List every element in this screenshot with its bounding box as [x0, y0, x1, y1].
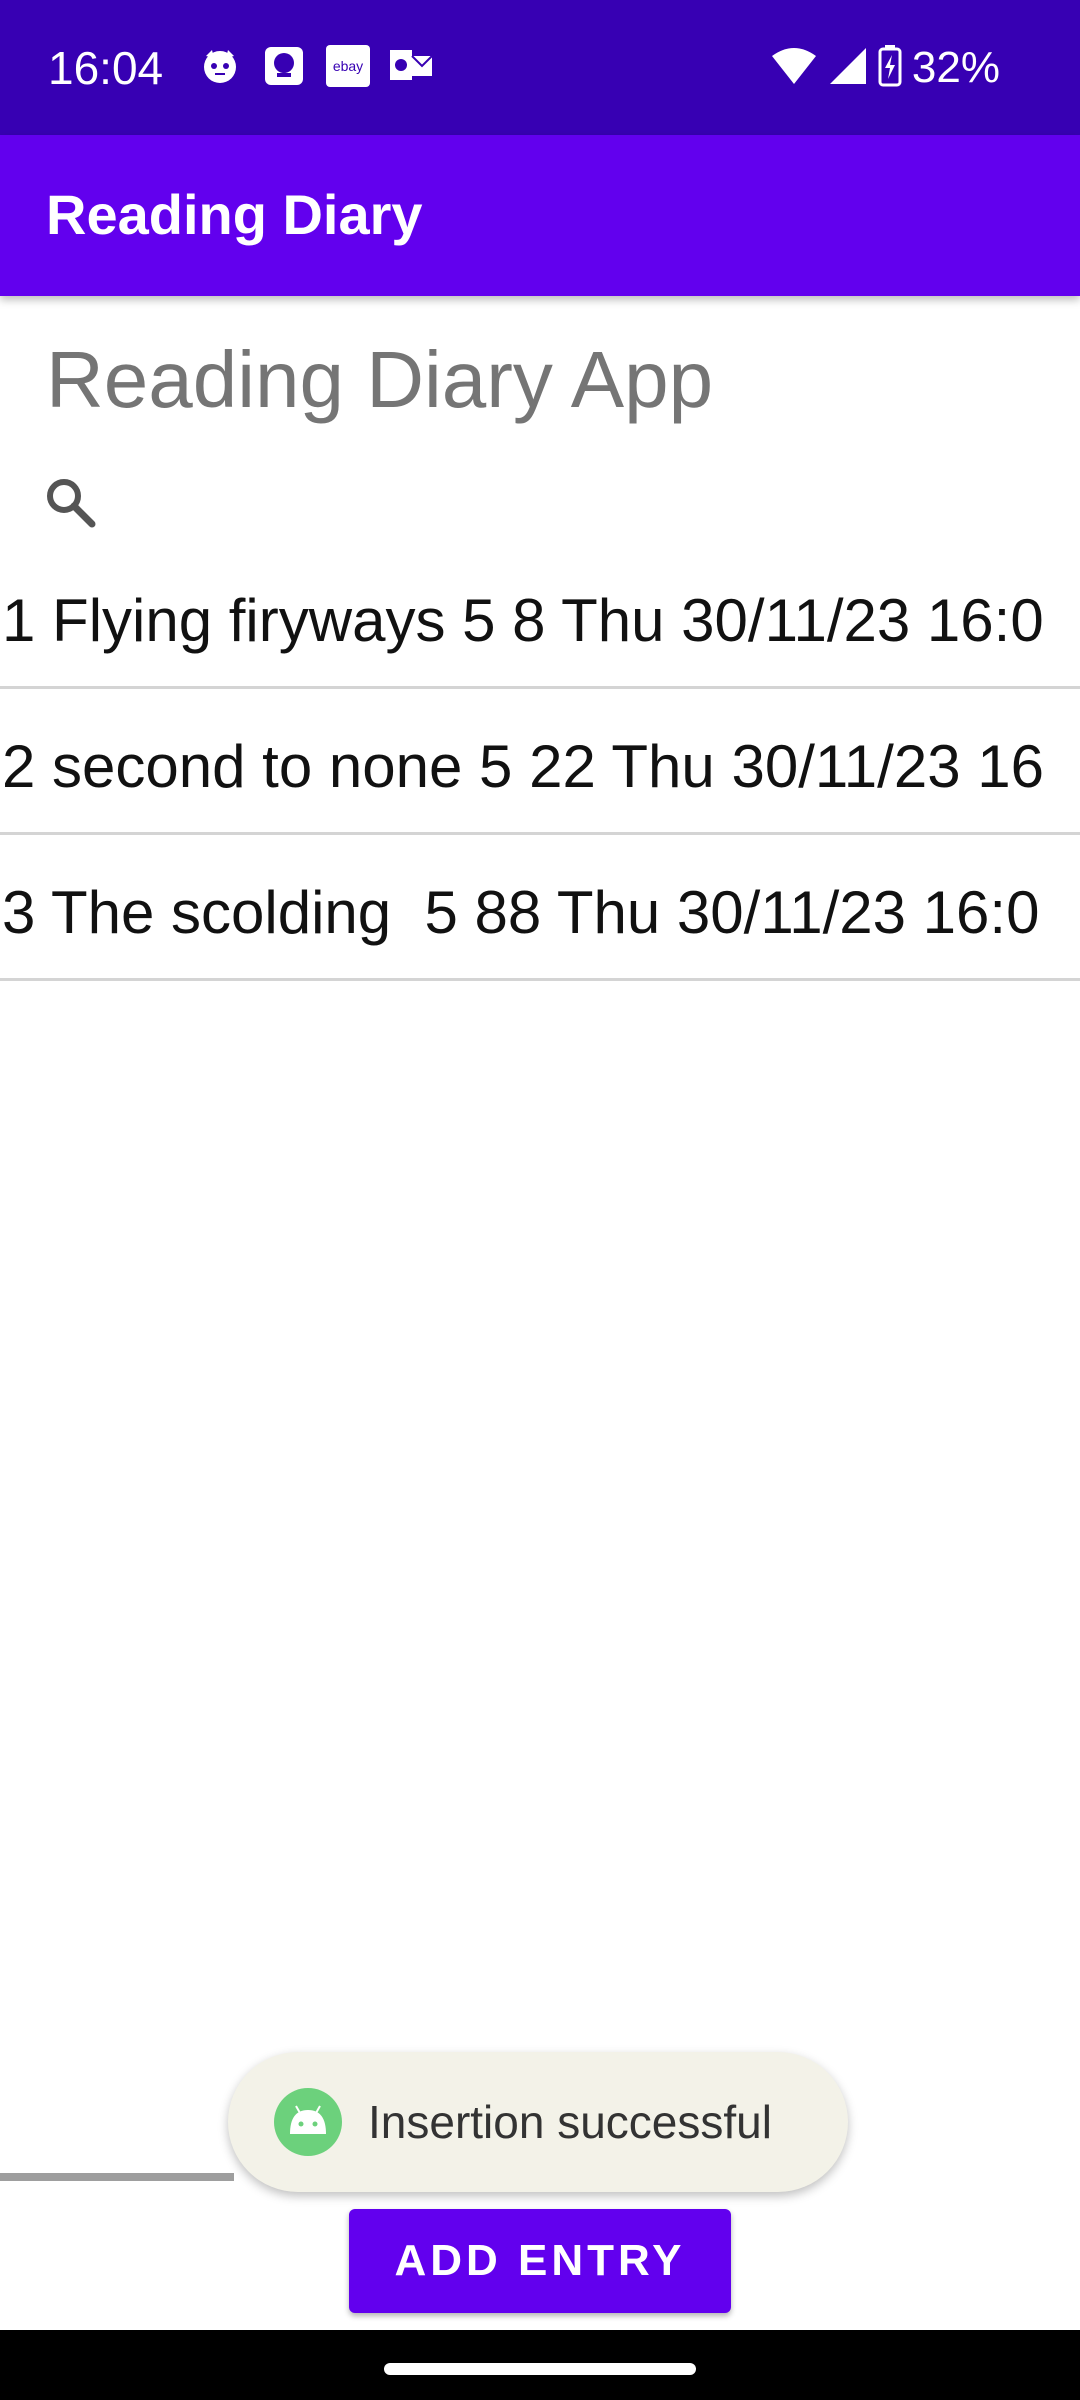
search-icon[interactable] [40, 472, 100, 532]
screen: 16:04 ebay 32% Reading Diary Reading Dia… [0, 0, 1080, 2400]
list-item-text: 1 Flying firyways 5 8 Thu 30/11/23 16:0 [2, 587, 1044, 654]
navigation-bar [0, 2330, 1080, 2400]
list-item[interactable]: 1 Flying firyways 5 8 Thu 30/11/23 16:0 [0, 543, 1080, 689]
list-item-text: 2 second to none 5 22 Thu 30/11/23 16 [2, 733, 1044, 800]
ebay-icon: ebay [326, 44, 370, 88]
battery-percentage: 32% [911, 43, 1000, 92]
cat-face-icon [198, 44, 242, 88]
status-bar: 16:04 ebay 32% [0, 0, 1080, 135]
battery-charging-icon [878, 44, 902, 92]
toast: Insertion successful [228, 2052, 848, 2192]
home-gesture-handle[interactable] [384, 2363, 696, 2375]
outlook-icon [390, 44, 434, 88]
signal-icon [828, 46, 868, 91]
add-entry-button[interactable]: ADD ENTRY [349, 2209, 731, 2313]
list-item[interactable]: 2 second to none 5 22 Thu 30/11/23 16 [0, 689, 1080, 835]
entry-list: 1 Flying firyways 5 8 Thu 30/11/23 16:0 … [0, 543, 1080, 981]
list-item[interactable]: 3 The scolding 5 88 Thu 30/11/23 16:0 [0, 835, 1080, 981]
status-time: 16:04 [48, 42, 164, 94]
app-bar-title: Reading Diary [46, 183, 423, 246]
toast-message: Insertion successful [368, 2096, 772, 2148]
page-heading: Reading Diary App [46, 335, 714, 424]
list-item-text: 3 The scolding 5 88 Thu 30/11/23 16:0 [2, 879, 1040, 946]
android-icon [274, 2088, 342, 2156]
wifi-icon [770, 46, 818, 91]
scroll-indicator [0, 2173, 234, 2181]
svg-text:ebay: ebay [333, 58, 363, 74]
system-icons: 32% [770, 36, 1000, 100]
chat-bubble-icon [262, 44, 306, 88]
notification-icons: ebay [198, 44, 434, 88]
app-bar: Reading Diary [0, 135, 1080, 296]
